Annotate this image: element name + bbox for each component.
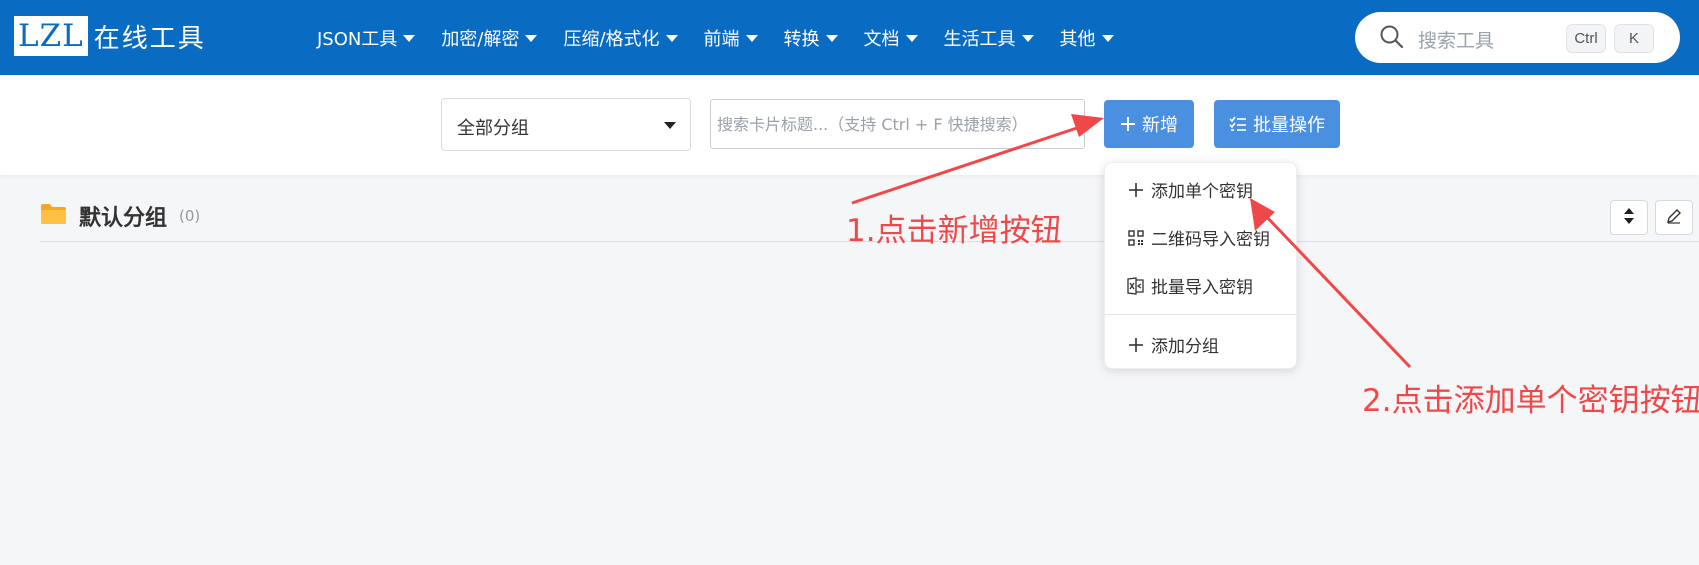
- annotation-step1: 1.点击新增按钮: [846, 213, 1062, 249]
- caret-down-icon: [1101, 35, 1114, 42]
- caret-down-icon: [905, 35, 918, 42]
- nav-item-label: 其他: [1059, 28, 1096, 50]
- caret-down-icon: [665, 35, 678, 42]
- nav-menu: JSON工具 加密/解密 压缩/格式化 前端 转换 文档 生活工具 其他: [317, 0, 1140, 75]
- logo-box: LZL: [14, 16, 88, 56]
- caret-down-icon: [1021, 35, 1034, 42]
- menu-item-label: 添加单个密钥: [1151, 182, 1253, 202]
- caret-down-icon: [745, 35, 758, 42]
- nav-item-convert[interactable]: 转换: [784, 25, 838, 51]
- nav-item-format[interactable]: 压缩/格式化: [563, 25, 678, 51]
- add-button[interactable]: 新增: [1104, 100, 1194, 148]
- nav-item-json[interactable]: JSON工具: [317, 25, 416, 51]
- add-dropdown-menu: 添加单个密钥 二维码导入密钥 批量导入密钥 添加分组: [1104, 162, 1297, 369]
- group-title: 默认分组: [79, 206, 168, 231]
- menu-item-batch-import[interactable]: 批量导入密钥: [1127, 273, 1253, 298]
- group-count: (0): [179, 207, 201, 225]
- nav-item-life[interactable]: 生活工具: [944, 25, 1034, 51]
- nav-item-crypto[interactable]: 加密/解密: [441, 25, 538, 51]
- nav-item-label: JSON工具: [317, 28, 398, 50]
- search-icon: [1379, 24, 1405, 54]
- nav-item-frontend[interactable]: 前端: [704, 25, 758, 51]
- tool-search-placeholder: 搜索工具: [1418, 30, 1495, 52]
- menu-item-add-group[interactable]: 添加分组: [1127, 332, 1219, 357]
- plus-icon: [1127, 336, 1145, 354]
- nav-item-docs[interactable]: 文档: [864, 25, 918, 51]
- nav-item-label: 生活工具: [943, 28, 1016, 50]
- add-button-label: 新增: [1142, 115, 1178, 136]
- edit-group-button[interactable]: [1655, 200, 1693, 235]
- nav-item-label: 前端: [703, 28, 740, 50]
- kbd-ctrl: Ctrl: [1566, 24, 1606, 53]
- caret-down-icon: [403, 35, 416, 42]
- annotation-step2: 2.点击添加单个密钥按钮: [1362, 383, 1699, 419]
- nav-item-label: 文档: [863, 28, 900, 50]
- sort-icon: [1623, 207, 1635, 229]
- qrcode-icon: [1127, 229, 1145, 247]
- menu-item-qrcode-import[interactable]: 二维码导入密钥: [1127, 225, 1270, 250]
- batch-operation-button[interactable]: 批量操作: [1214, 100, 1340, 148]
- nav-item-label: 压缩/格式化: [563, 28, 660, 50]
- caret-down-icon: [664, 122, 676, 129]
- group-select-value: 全部分组: [457, 118, 529, 139]
- caret-down-icon: [825, 35, 838, 42]
- caret-down-icon: [525, 35, 538, 42]
- menu-divider: [1105, 314, 1296, 315]
- menu-item-label: 二维码导入密钥: [1151, 230, 1270, 250]
- kbd-k: K: [1614, 24, 1654, 53]
- edit-icon: [1666, 208, 1682, 228]
- group-select[interactable]: 全部分组: [441, 98, 691, 151]
- menu-item-label: 批量导入密钥: [1151, 278, 1253, 298]
- logo-text: 在线工具: [93, 23, 206, 54]
- batch-operation-label: 批量操作: [1253, 115, 1325, 136]
- nav-item-label: 转换: [783, 28, 820, 50]
- group-header[interactable]: 默认分组 (0): [40, 200, 200, 232]
- menu-item-label: 添加分组: [1151, 337, 1219, 357]
- card-search-input[interactable]: [710, 99, 1085, 149]
- top-navbar: LZL 在线工具 JSON工具 加密/解密 压缩/格式化 前端 转换 文档 生活…: [0, 0, 1699, 75]
- sort-button[interactable]: [1610, 200, 1648, 235]
- site-logo[interactable]: LZL 在线工具: [14, 16, 206, 56]
- plus-icon: [1127, 181, 1145, 199]
- tool-search-box[interactable]: 搜索工具 Ctrl K: [1355, 12, 1680, 63]
- menu-item-add-single-key[interactable]: 添加单个密钥: [1127, 177, 1253, 202]
- excel-import-icon: [1127, 276, 1145, 295]
- folder-icon: [40, 203, 67, 229]
- checklist-icon: [1229, 116, 1247, 132]
- nav-item-label: 加密/解密: [441, 28, 520, 50]
- plus-icon: [1120, 116, 1136, 132]
- nav-item-other[interactable]: 其他: [1060, 25, 1114, 51]
